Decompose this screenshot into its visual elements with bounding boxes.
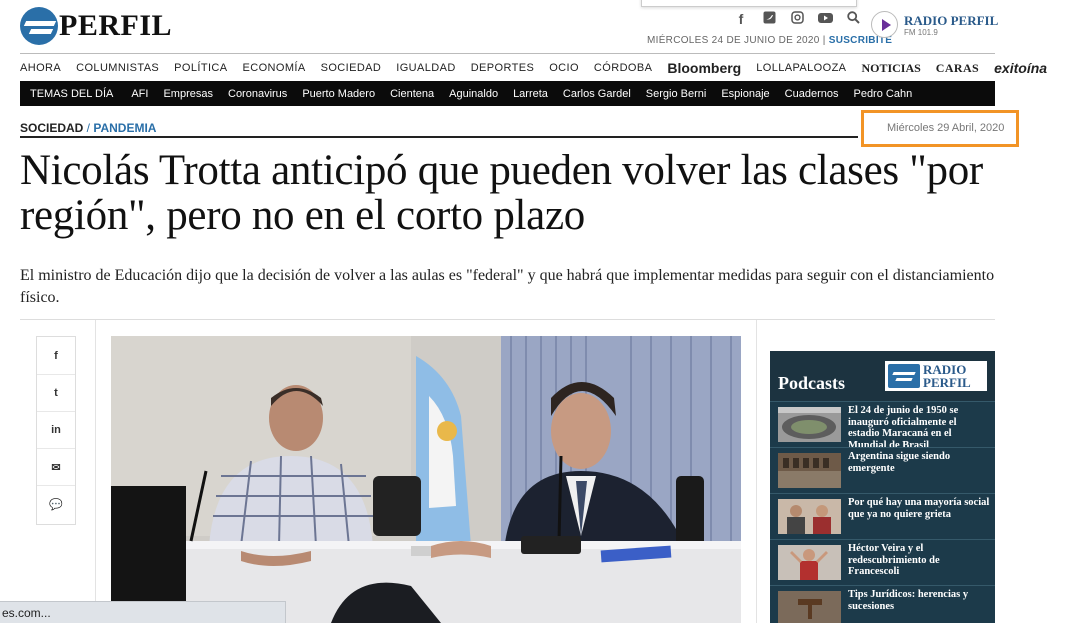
podcast-thumbnail bbox=[778, 499, 841, 534]
nav-item-deportes[interactable]: DEPORTES bbox=[471, 62, 535, 74]
article-photo bbox=[111, 336, 741, 623]
nav-item-politica[interactable]: POLÍTICA bbox=[174, 62, 227, 74]
section-rule bbox=[20, 136, 858, 138]
column-divider bbox=[756, 320, 757, 623]
article-headline: Nicolás Trotta anticipó que pueden volve… bbox=[20, 147, 983, 239]
facebook-share-icon[interactable]: f bbox=[37, 337, 75, 374]
topic-link[interactable]: Empresas bbox=[163, 88, 213, 100]
share-toolbar: f t in ✉ 💬 bbox=[36, 336, 76, 525]
radio-perfil-logo[interactable]: RADIO PERFIL bbox=[885, 361, 987, 391]
podcast-title: Por qué hay una mayoría social que ya no… bbox=[848, 497, 990, 520]
article-summary: El ministro de Educación dijo que la dec… bbox=[20, 267, 995, 306]
header-divider bbox=[20, 53, 995, 54]
breadcrumb-subsection[interactable]: PANDEMIA bbox=[93, 121, 156, 135]
browser-status-bar: es.com... bbox=[0, 601, 286, 623]
podcast-item[interactable]: Por qué hay una mayoría social que ya no… bbox=[770, 493, 995, 539]
podcast-thumbnail bbox=[778, 545, 841, 580]
social-links: f bbox=[727, 11, 867, 27]
podcasts-widget: Podcasts RADIO PERFIL El 24 de junio de … bbox=[770, 351, 995, 623]
nav-item-sociedad[interactable]: SOCIEDAD bbox=[321, 62, 382, 74]
topic-link[interactable]: Puerto Madero bbox=[302, 88, 375, 100]
youtube-icon[interactable] bbox=[811, 11, 839, 27]
topic-link[interactable]: Cientena bbox=[390, 88, 434, 100]
nav-item-economia[interactable]: ECONOMÍA bbox=[243, 62, 306, 74]
nav-item-exitoina[interactable]: exitoína bbox=[994, 60, 1047, 76]
topic-link[interactable]: Coronavirus bbox=[228, 88, 287, 100]
nav-item-ocio[interactable]: OCIO bbox=[549, 62, 579, 74]
email-share-icon[interactable]: ✉ bbox=[37, 448, 75, 485]
twitter-share-icon[interactable]: t bbox=[37, 374, 75, 411]
breadcrumb-separator: / bbox=[83, 121, 94, 135]
nav-item-cordoba[interactable]: CÓRDOBA bbox=[594, 62, 652, 74]
nav-item-igualdad[interactable]: IGUALDAD bbox=[396, 62, 455, 74]
topic-link[interactable]: Larreta bbox=[513, 88, 548, 100]
radio-perfil-logo-icon bbox=[888, 364, 920, 388]
topic-link[interactable]: Pedro Cahn bbox=[853, 88, 912, 100]
podcasts-title: Podcasts bbox=[778, 373, 845, 393]
topic-link[interactable]: Carlos Gardel bbox=[563, 88, 631, 100]
nav-item-lollapalooza[interactable]: LOLLAPALOOZA bbox=[756, 62, 846, 74]
main-navigation: AHORA COLUMNISTAS POLÍTICA ECONOMÍA SOCI… bbox=[20, 58, 1062, 78]
radio-logo-line2: PERFIL bbox=[923, 375, 971, 390]
topics-label: TEMAS DEL DÍA bbox=[30, 87, 114, 100]
nav-item-columnistas[interactable]: COLUMNISTAS bbox=[76, 62, 159, 74]
topic-link[interactable]: Sergio Berni bbox=[646, 88, 707, 100]
podcast-title: Argentina sigue siendo emergente bbox=[848, 451, 951, 474]
podcast-item[interactable]: Héctor Veira y el redescubrimiento de Fr… bbox=[770, 539, 995, 585]
body-divider bbox=[20, 319, 995, 320]
perfil-logo[interactable]: PERFIL bbox=[20, 7, 172, 45]
photo-illustration bbox=[111, 336, 741, 623]
nav-item-caras[interactable]: CARAS bbox=[936, 61, 979, 76]
topic-link[interactable]: AFI bbox=[131, 88, 148, 100]
comments-icon[interactable]: 💬 bbox=[37, 485, 75, 522]
facebook-icon[interactable]: f bbox=[727, 11, 755, 27]
date-separator: | bbox=[819, 35, 829, 46]
column-divider bbox=[95, 320, 96, 623]
podcast-thumbnail bbox=[778, 453, 841, 488]
radio-frequency: FM 101.9 bbox=[904, 28, 938, 37]
podcast-title: Tips Jurídicos: herencias y sucesiones bbox=[848, 589, 969, 612]
perfil-logo-icon bbox=[20, 7, 58, 45]
linkedin-share-icon[interactable]: in bbox=[37, 411, 75, 448]
header-date-line: MIÉRCOLES 24 DE JUNIO DE 2020 | SUSCRIBI… bbox=[647, 35, 892, 46]
radio-play-button[interactable] bbox=[871, 11, 898, 38]
twitter-icon[interactable] bbox=[755, 11, 783, 27]
topics-bar: TEMAS DEL DÍA AFI Empresas Coronavirus P… bbox=[20, 81, 995, 106]
search-icon[interactable] bbox=[839, 11, 867, 27]
podcast-thumbnail bbox=[778, 591, 841, 623]
logo-text: PERFIL bbox=[59, 9, 173, 42]
podcast-item[interactable]: El 24 de junio de 1950 se inauguró ofici… bbox=[770, 401, 995, 451]
breadcrumb: SOCIEDAD / PANDEMIA bbox=[20, 121, 156, 135]
topic-link[interactable]: Cuadernos bbox=[785, 88, 839, 100]
date-highlight-box bbox=[861, 110, 1019, 147]
radio-perfil-label[interactable]: RADIO PERFIL bbox=[904, 13, 998, 29]
current-date: MIÉRCOLES 24 DE JUNIO DE 2020 bbox=[647, 35, 820, 46]
podcast-title: El 24 de junio de 1950 se inauguró ofici… bbox=[848, 405, 959, 451]
podcast-item[interactable]: Argentina sigue siendo emergente bbox=[770, 447, 995, 493]
site-header: PERFIL f MIÉRCOLES 24 DE JUNIO DE 2020 |… bbox=[0, 0, 1071, 54]
topic-link[interactable]: Aguinaldo bbox=[449, 88, 498, 100]
nav-item-bloomberg[interactable]: Bloomberg bbox=[667, 60, 741, 76]
podcast-item[interactable]: Tips Jurídicos: herencias y sucesiones bbox=[770, 585, 995, 623]
breadcrumb-section[interactable]: SOCIEDAD bbox=[20, 121, 83, 135]
instagram-icon[interactable] bbox=[783, 11, 811, 27]
nav-item-ahora[interactable]: AHORA bbox=[20, 62, 61, 74]
podcast-thumbnail bbox=[778, 407, 841, 442]
podcasts-header: Podcasts RADIO PERFIL bbox=[770, 351, 995, 401]
topic-link[interactable]: Espionaje bbox=[721, 88, 769, 100]
nav-item-noticias[interactable]: NOTICIAS bbox=[861, 61, 920, 76]
podcast-title: Héctor Veira y el redescubrimiento de Fr… bbox=[848, 543, 940, 577]
